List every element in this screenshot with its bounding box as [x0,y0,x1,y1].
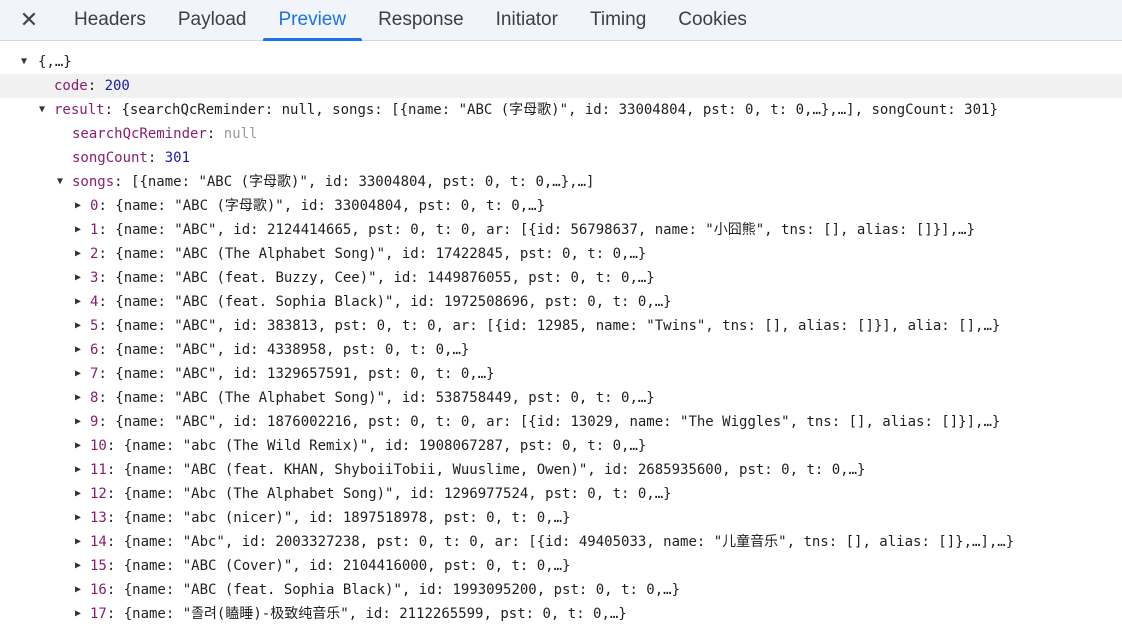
devtools-tab-bar: ✕ Headers Payload Preview Response Initi… [0,0,1122,41]
tab-initiator[interactable]: Initiator [480,0,574,40]
song-item-row[interactable]: ▶ 5: {name: "ABC", id: 383813, pst: 0, t:… [0,314,1122,338]
collapsed-arrow-icon[interactable]: ▶ [71,242,85,266]
song-summary: {name: "ABC", id: 383813, pst: 0, t: 0, … [115,318,1001,334]
searchqcreminder-key: searchQcReminder [72,126,207,142]
collapsed-arrow-icon[interactable]: ▶ [71,578,85,602]
tab-response[interactable]: Response [362,0,480,40]
tab-headers[interactable]: Headers [58,0,162,40]
song-item-row[interactable]: ▶ 6: {name: "ABC", id: 4338958, pst: 0, t… [0,338,1122,362]
song-summary: {name: "ABC (The Alphabet Song)", id: 53… [115,390,655,406]
tree-row-searchqcreminder[interactable]: searchQcReminder: null [0,122,1122,146]
song-index-key: 12 [90,486,107,502]
expanded-arrow-icon[interactable]: ▼ [53,170,67,194]
collapsed-arrow-icon[interactable]: ▶ [71,290,85,314]
song-item-row[interactable]: ▶ 8: {name: "ABC (The Alphabet Song)", id… [0,386,1122,410]
collapsed-arrow-icon[interactable]: ▶ [71,434,85,458]
collapsed-arrow-icon[interactable]: ▶ [71,482,85,506]
song-item-row[interactable]: ▶ 1: {name: "ABC", id: 2124414665, pst: 0… [0,218,1122,242]
song-index-key: 16 [90,582,107,598]
song-summary: {name: "ABC (The Alphabet Song)", id: 17… [115,246,647,262]
song-index-key: 17 [90,606,107,622]
song-summary: {name: "ABC (字母歌)", id: 33004804, pst: 0… [115,198,546,214]
song-summary: {name: "ABC (feat. Buzzy, Cee)", id: 144… [115,270,655,286]
tree-row-songcount[interactable]: songCount: 301 [0,146,1122,170]
json-preview-tree: ▼ {,…} code: 200 ▼ result: {searchQcRemi… [0,41,1122,626]
song-summary: {name: "ABC", id: 2124414665, pst: 0, t:… [115,222,975,238]
song-summary: {name: "Abc (The Alphabet Song)", id: 12… [123,486,672,502]
collapsed-arrow-icon[interactable]: ▶ [71,386,85,410]
song-item-row[interactable]: ▶ 11: {name: "ABC (feat. KHAN, ShyboiiTob… [0,458,1122,482]
collapsed-arrow-icon[interactable]: ▶ [71,338,85,362]
song-summary: {name: "Abc", id: 2003327238, pst: 0, t:… [123,534,1015,550]
result-key: result [54,102,105,118]
song-index-key: 15 [90,558,107,574]
song-summary: {name: "abc (The Wild Remix)", id: 19080… [123,438,647,454]
root-summary: {,…} [38,54,72,70]
song-item-row[interactable]: ▶ 15: {name: "ABC (Cover)", id: 210441600… [0,554,1122,578]
code-key: code [54,78,88,94]
songcount-key: songCount [72,150,148,166]
result-summary: {searchQcReminder: null, songs: [{name: … [121,102,998,118]
song-summary: {name: "ABC (feat. KHAN, ShyboiiTobii, W… [123,462,866,478]
collapsed-arrow-icon[interactable]: ▶ [71,602,85,626]
songs-list: ▶ 0: {name: "ABC (字母歌)", id: 33004804, ps… [0,194,1122,626]
song-item-row[interactable]: ▶ 16: {name: "ABC (feat. Sophia Black)", … [0,578,1122,602]
song-item-row[interactable]: ▶ 12: {name: "Abc (The Alphabet Song)", i… [0,482,1122,506]
collapsed-arrow-icon[interactable]: ▶ [71,194,85,218]
song-summary: {name: "abc (nicer)", id: 1897518978, ps… [123,510,571,526]
tab-payload[interactable]: Payload [162,0,263,40]
collapsed-arrow-icon[interactable]: ▶ [71,218,85,242]
song-summary: {name: "ABC (feat. Sophia Black)", id: 1… [123,582,681,598]
tree-row-songs[interactable]: ▼ songs: [{name: "ABC (字母歌)", id: 330048… [0,170,1122,194]
song-index-key: 14 [90,534,107,550]
collapsed-arrow-icon[interactable]: ▶ [71,314,85,338]
songcount-value: 301 [164,150,191,166]
song-item-row[interactable]: ▶ 10: {name: "abc (The Wild Remix)", id: … [0,434,1122,458]
collapsed-arrow-icon[interactable]: ▶ [71,458,85,482]
song-index-key: 11 [90,462,107,478]
song-item-row[interactable]: ▶ 13: {name: "abc (nicer)", id: 189751897… [0,506,1122,530]
tree-row-code[interactable]: code: 200 [0,74,1122,98]
collapsed-arrow-icon[interactable]: ▶ [71,266,85,290]
song-item-row[interactable]: ▶ 0: {name: "ABC (字母歌)", id: 33004804, ps… [0,194,1122,218]
tab-cookies[interactable]: Cookies [662,0,763,40]
song-summary: {name: "ABC", id: 4338958, pst: 0, t: 0,… [115,342,470,358]
collapsed-arrow-icon[interactable]: ▶ [71,506,85,530]
song-summary: {name: "ABC", id: 1329657591, pst: 0, t:… [115,366,495,382]
collapsed-arrow-icon[interactable]: ▶ [71,410,85,434]
song-index-key: 13 [90,510,107,526]
collapsed-arrow-icon[interactable]: ▶ [71,362,85,386]
song-item-row[interactable]: ▶ 7: {name: "ABC", id: 1329657591, pst: 0… [0,362,1122,386]
expanded-arrow-icon[interactable]: ▼ [35,98,49,122]
song-item-row[interactable]: ▶ 2: {name: "ABC (The Alphabet Song)", id… [0,242,1122,266]
tree-row-root[interactable]: ▼ {,…} [0,50,1122,74]
expanded-arrow-icon[interactable]: ▼ [17,50,31,74]
song-summary: {name: "졸려(瞌睡)-极致纯音乐", id: 2112265599, p… [123,606,627,622]
song-item-row[interactable]: ▶ 4: {name: "ABC (feat. Sophia Black)", i… [0,290,1122,314]
song-item-row[interactable]: ▶ 14: {name: "Abc", id: 2003327238, pst: … [0,530,1122,554]
song-summary: {name: "ABC (feat. Sophia Black)", id: 1… [115,294,672,310]
songs-key: songs [72,174,115,190]
tree-row-result[interactable]: ▼ result: {searchQcReminder: null, songs… [0,98,1122,122]
song-summary: {name: "ABC (Cover)", id: 2104416000, ps… [123,558,571,574]
song-index-key: 10 [90,438,107,454]
close-icon[interactable]: ✕ [0,0,58,40]
song-item-row[interactable]: ▶ 9: {name: "ABC", id: 1876002216, pst: 0… [0,410,1122,434]
song-item-row[interactable]: ▶ 17: {name: "졸려(瞌睡)-极致纯音乐", id: 21122655… [0,602,1122,626]
tab-preview[interactable]: Preview [262,0,363,41]
collapsed-arrow-icon[interactable]: ▶ [71,530,85,554]
song-item-row[interactable]: ▶ 3: {name: "ABC (feat. Buzzy, Cee)", id:… [0,266,1122,290]
song-summary: {name: "ABC", id: 1876002216, pst: 0, t:… [115,414,1001,430]
songs-summary: [{name: "ABC (字母歌)", id: 33004804, pst: … [131,174,595,190]
tab-timing[interactable]: Timing [574,0,662,40]
searchqcreminder-value: null [223,126,258,142]
collapsed-arrow-icon[interactable]: ▶ [71,554,85,578]
code-value: 200 [104,78,130,94]
